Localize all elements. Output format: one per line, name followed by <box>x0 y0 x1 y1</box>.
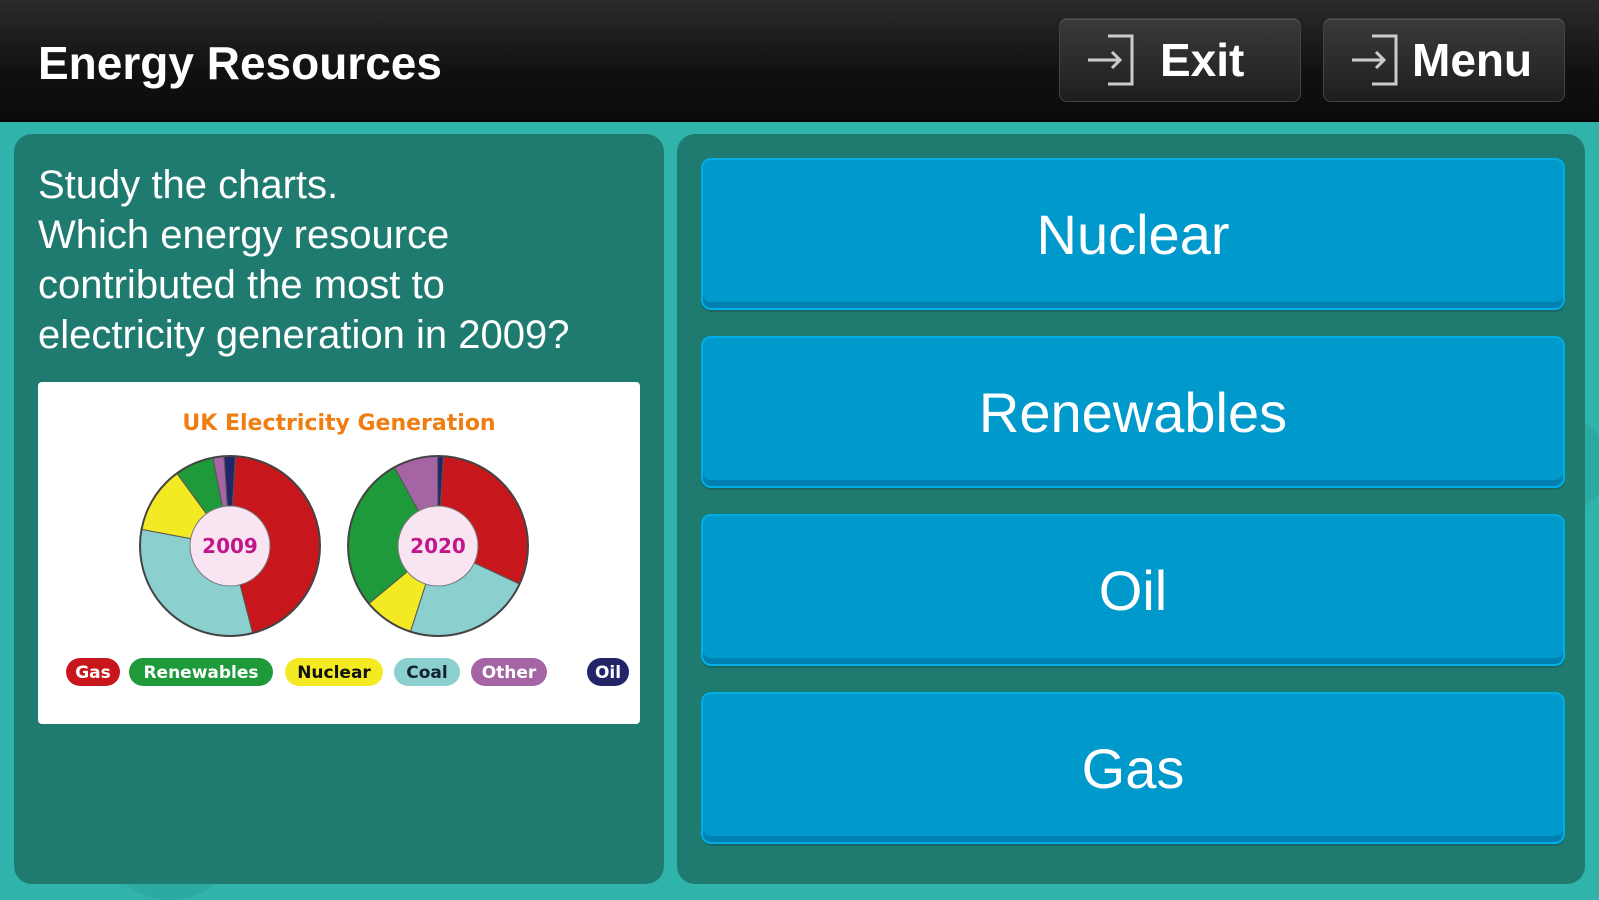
answer-button[interactable]: Renewables <box>701 336 1565 488</box>
legend-label: Nuclear <box>297 663 371 683</box>
question-text: Study the charts. Which energy resource … <box>38 160 648 360</box>
chart-title: UK Electricity Generation <box>182 411 495 436</box>
legend-label: Other <box>482 663 537 683</box>
pie-center-label: 2009 <box>202 534 258 558</box>
exit-button[interactable]: Exit <box>1059 18 1301 102</box>
menu-label: Menu <box>1412 34 1533 86</box>
chart-card: UK Electricity Generation 2009 2020 Gas Rene… <box>38 382 640 724</box>
question-line: electricity generation in 2009? <box>38 313 570 357</box>
answer-button[interactable]: Nuclear <box>701 158 1565 310</box>
question-line: Study the charts. <box>38 163 339 207</box>
question-panel: Study the charts. Which energy resource … <box>14 134 664 884</box>
exit-arrow-icon <box>1352 34 1398 86</box>
answer-button[interactable]: Oil <box>701 514 1565 666</box>
question-line: contributed the most to <box>38 263 445 307</box>
legend-label: Coal <box>406 663 447 683</box>
legend-label: Oil <box>595 663 621 683</box>
exit-arrow-icon <box>1088 34 1134 86</box>
top-bar: Energy Resources Exit Menu <box>0 0 1599 122</box>
legend-label: Renewables <box>143 663 258 683</box>
page-title: Energy Resources <box>38 37 442 89</box>
pie-charts: UK Electricity Generation 2009 2020 Gas Rene… <box>66 411 629 686</box>
answer-button[interactable]: Gas <box>701 692 1565 844</box>
answers-panel: Nuclear Renewables Oil Gas <box>677 134 1585 884</box>
legend-label: Gas <box>75 663 111 683</box>
pie-center-label: 2020 <box>410 534 466 558</box>
question-line: Which energy resource <box>38 213 450 257</box>
exit-label: Exit <box>1160 34 1245 86</box>
menu-button[interactable]: Menu <box>1323 18 1565 102</box>
